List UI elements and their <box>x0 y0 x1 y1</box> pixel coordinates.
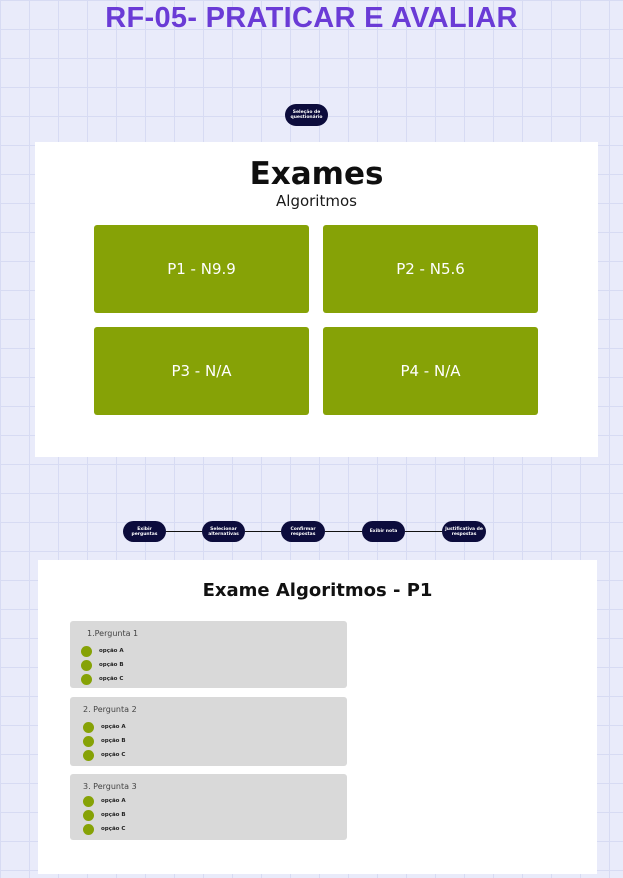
flow-step-label: Confirmar respostas <box>290 526 316 537</box>
quiz-title: Exame Algoritmos - P1 <box>202 580 433 601</box>
flow-step-label: Justificativa de respostas <box>445 526 483 537</box>
radio-icon <box>83 735 94 747</box>
exam-button-p2[interactable]: P2 - N5.6 <box>323 225 538 313</box>
option-c[interactable]: opção C <box>83 749 125 761</box>
flow-step-label: Exibir perguntas <box>131 526 158 537</box>
option-b[interactable]: opção B <box>81 659 124 671</box>
option-label: opção C <box>101 752 126 758</box>
option-b[interactable]: opção B <box>83 735 126 747</box>
radio-icon <box>83 809 94 821</box>
question-card: 2. Pergunta 2 opção A opção B opção C <box>70 697 347 766</box>
radio-icon <box>83 795 94 807</box>
option-a[interactable]: opção A <box>83 795 126 807</box>
page-title: RF-05- PRATICAR E AVALIAR <box>105 2 518 34</box>
option-b[interactable]: opção B <box>83 809 126 821</box>
flow-step-confirm-answers[interactable]: Confirmar respostas <box>281 521 325 542</box>
flow-connector <box>166 531 202 532</box>
question-label: 2. Pergunta 2 <box>83 705 137 714</box>
flow-step-label: Exibir nota <box>369 529 398 534</box>
option-label: opção C <box>99 676 124 682</box>
exams-subtitle: Algoritmos <box>276 192 357 210</box>
exam-button-p4[interactable]: P4 - N/A <box>323 327 538 415</box>
flow-connector <box>325 531 362 532</box>
question-label: 1.Pergunta 1 <box>87 629 139 638</box>
radio-icon <box>83 721 94 733</box>
flow-step-show-grade[interactable]: Exibir nota <box>362 521 405 542</box>
exam-button-p3[interactable]: P3 - N/A <box>94 327 309 415</box>
flow-step-show-questions[interactable]: Exibir perguntas <box>123 521 166 542</box>
option-a[interactable]: opção A <box>83 721 126 733</box>
radio-icon <box>83 749 94 761</box>
option-c[interactable]: opção C <box>81 673 123 685</box>
quiz-card: Exame Algoritmos - P1 1.Pergunta 1 opção… <box>38 560 597 874</box>
option-label: opção B <box>101 738 126 744</box>
radio-icon <box>81 645 92 657</box>
question-card: 1.Pergunta 1 opção A opção B opção C <box>70 621 347 688</box>
question-card: 3. Pergunta 3 opção A opção B opção C <box>70 774 347 840</box>
option-label: opção A <box>101 798 126 804</box>
option-label: opção B <box>99 662 124 668</box>
flow-connector <box>405 531 442 532</box>
flow-step-select-quiz[interactable]: Seleção de questionário <box>285 104 328 126</box>
radio-icon <box>83 823 94 835</box>
flow-step-answer-justification[interactable]: Justificativa de respostas <box>442 521 486 542</box>
exam-button-p1[interactable]: P1 - N9.9 <box>94 225 309 313</box>
question-label: 3. Pergunta 3 <box>83 782 137 791</box>
flow-step-label: Seleção de questionário <box>290 110 323 120</box>
exams-card: Exames Algoritmos P1 - N9.9 P2 - N5.6 P3… <box>35 142 598 457</box>
radio-icon <box>81 673 92 685</box>
radio-icon <box>81 659 92 671</box>
option-label: opção A <box>99 648 124 654</box>
option-label: opção A <box>101 724 126 730</box>
flow-step-select-alternatives[interactable]: Selecionar alternativas <box>202 521 245 542</box>
option-label: opção C <box>101 826 126 832</box>
flow-step-label: Selecionar alternativas <box>208 526 239 537</box>
flow-connector <box>245 531 281 532</box>
option-label: opção B <box>101 812 126 818</box>
option-c[interactable]: opção C <box>83 823 125 835</box>
exams-title: Exames <box>249 156 384 192</box>
option-a[interactable]: opção A <box>81 645 124 657</box>
